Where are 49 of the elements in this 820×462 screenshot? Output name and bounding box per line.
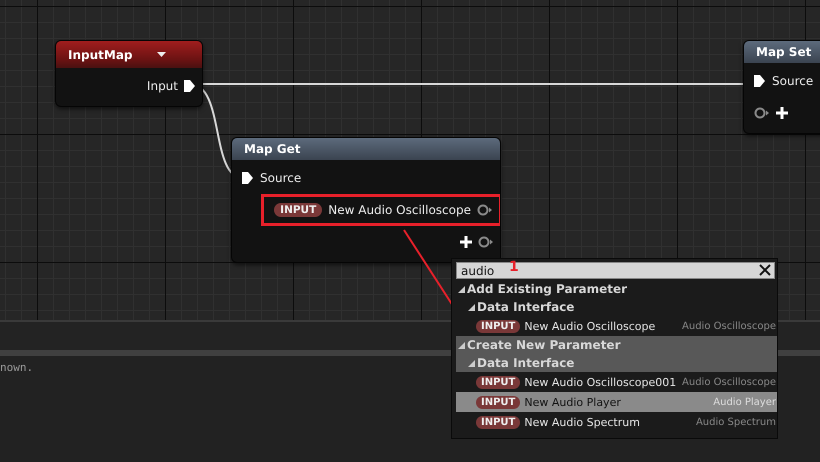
- exec-pin-icon[interactable]: [754, 74, 766, 88]
- exec-pin-icon[interactable]: [242, 171, 254, 185]
- add-pin-icon[interactable]: [460, 236, 472, 248]
- item-type: Audio Oscilloscope: [682, 376, 777, 388]
- menu-item[interactable]: INPUT New Audio Player Audio Player: [456, 392, 777, 412]
- input-tag: INPUT: [476, 416, 520, 428]
- pin-label: New Audio Oscilloscope: [328, 203, 471, 217]
- pin-label: Source: [772, 74, 814, 88]
- annotation-number: 1: [509, 259, 519, 275]
- log-line: nown.: [0, 361, 34, 374]
- category-label: Data Interface: [477, 356, 574, 370]
- param-pin-icon[interactable]: [478, 236, 494, 248]
- graph-node[interactable]: Map Set Source: [743, 40, 820, 134]
- exec-pin-icon[interactable]: [184, 79, 196, 93]
- input-tag: INPUT: [274, 203, 322, 217]
- item-name: New Audio Player: [524, 396, 621, 408]
- category-row[interactable]: Data Interface: [456, 298, 777, 316]
- node-title: InputMap: [68, 48, 133, 62]
- category-label: Create New Parameter: [467, 338, 620, 352]
- input-tag: INPUT: [476, 320, 520, 332]
- graph-node[interactable]: Map Get Source INPUT New Audio Oscilloscope: [231, 137, 501, 263]
- node-title: Map Set: [756, 45, 812, 59]
- menu-item[interactable]: INPUT New Audio Oscilloscope001 Audio Oscilloscope: [456, 372, 777, 392]
- category-label: Add Existing Parameter: [467, 282, 628, 296]
- graph-node[interactable]: InputMap Input: [55, 40, 203, 107]
- item-name: New Audio Spectrum: [524, 416, 640, 428]
- item-type: Audio Player: [713, 396, 777, 408]
- expand-icon[interactable]: [468, 304, 475, 310]
- input-tag: INPUT: [476, 376, 520, 388]
- input-tag: INPUT: [476, 396, 520, 408]
- category-label: Data Interface: [477, 300, 574, 314]
- dropdown-icon[interactable]: [156, 52, 166, 57]
- category-row[interactable]: Add Existing Parameter: [456, 280, 777, 298]
- node-title: Map Get: [244, 142, 301, 156]
- param-pin-icon[interactable]: [477, 204, 493, 216]
- item-name: New Audio Oscilloscope: [524, 320, 656, 332]
- category-row[interactable]: Data Interface: [456, 354, 777, 372]
- item-type: Audio Spectrum: [696, 416, 777, 428]
- item-name: New Audio Oscilloscope001: [524, 376, 676, 388]
- item-type: Audio Oscilloscope: [682, 320, 777, 332]
- menu-item[interactable]: INPUT New Audio Oscilloscope Audio Oscilloscope: [456, 316, 777, 336]
- menu-item[interactable]: INPUT New Audio Spectrum Audio Spectrum: [456, 412, 777, 432]
- param-pin-icon[interactable]: [754, 107, 770, 119]
- pin-label: Input: [146, 79, 178, 93]
- add-pin-icon[interactable]: [776, 107, 788, 119]
- category-row[interactable]: Create New Parameter: [456, 336, 777, 354]
- close-icon[interactable]: [759, 264, 771, 276]
- pin-label: Source: [260, 171, 302, 185]
- expand-icon[interactable]: [458, 286, 465, 292]
